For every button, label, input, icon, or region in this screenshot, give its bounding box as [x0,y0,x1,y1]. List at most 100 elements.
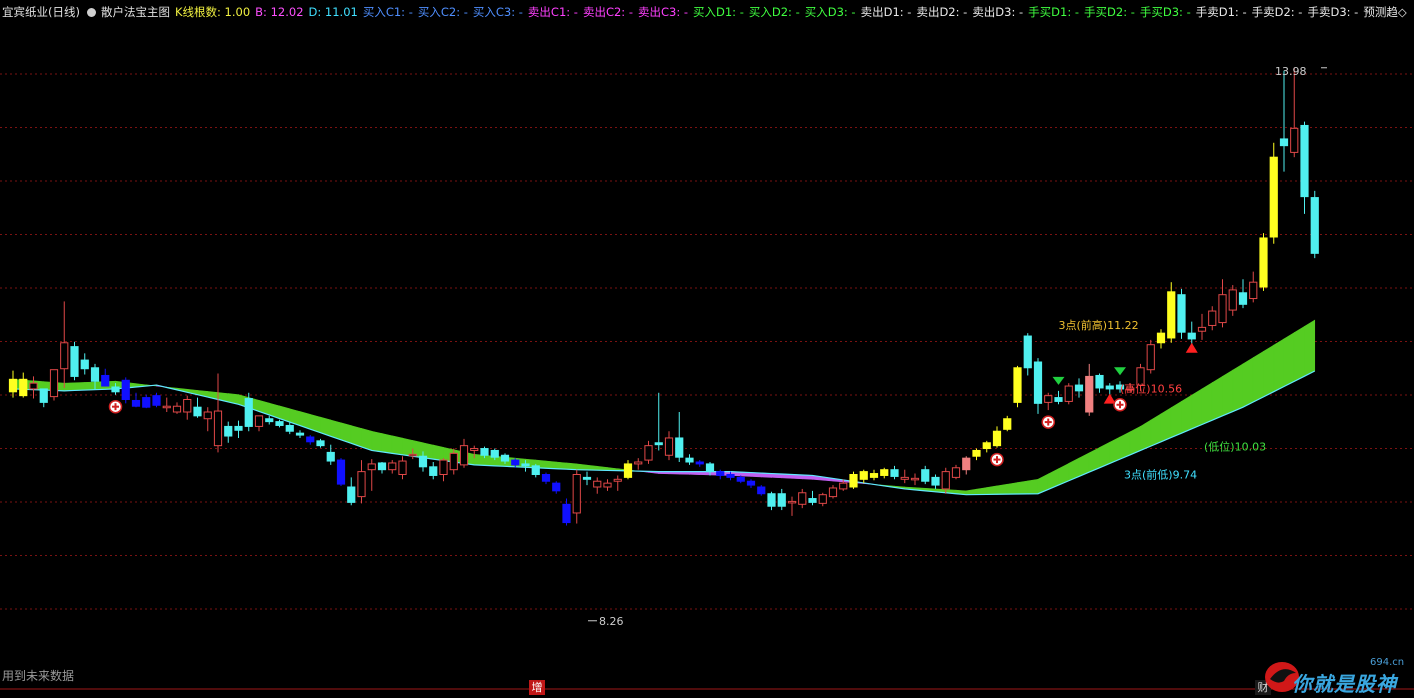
candle-body [582,476,592,480]
candle-body [295,432,305,436]
candle-body [931,476,940,486]
zeng-marker[interactable]: 增 [529,680,545,695]
watermark-site: 694.cn [1370,657,1405,668]
candle-body [1208,310,1217,326]
trend-band-segment [1242,357,1254,408]
candle-body [244,398,253,427]
candle-body [941,471,950,490]
candle-body [111,386,120,393]
candle-body [388,462,397,471]
candle-body [1177,294,1186,333]
candle-body [746,480,756,486]
candle-body [1023,335,1032,369]
candle-body [39,388,48,403]
candle-body [1044,395,1053,403]
trend-band-segment [402,437,414,457]
indicator-item: K线根数: 1.00 [174,5,251,19]
candle-body [705,463,715,473]
indicator-item: 买入D1: - [693,5,744,19]
candle-body [152,395,161,406]
candle-body [736,476,745,482]
trend-band-segment [74,382,86,391]
price-annotation: (低位)10.03 [1204,440,1266,454]
candle-body [1167,291,1176,339]
sell-arrow-icon [1114,367,1126,376]
candle-body [172,405,182,413]
candle-body [1013,367,1022,403]
trend-band-segment [1304,319,1316,377]
trend-band-segment [1273,338,1285,393]
candle-body [60,342,69,370]
candle-body [224,425,233,437]
candle-body [131,399,141,407]
trend-band-segment [1017,480,1029,495]
candle-body [890,469,899,477]
trend-band-segment [566,462,578,471]
indicator-item: D: 11.01 [308,5,358,19]
stock-title: 宜宾纸业(日线) [2,5,80,19]
candle-body [80,359,89,370]
trend-band-segment [1170,400,1182,438]
candlestick-chart[interactable]: 13.98 8.26 3点(前高)11.22 (高位)10.56 (低位)10.03 3点… [0,22,1414,690]
candle-body [1249,281,1258,300]
trend-band-segment [986,485,998,495]
indicator-item: 手买D3: - [1139,5,1191,19]
candle-body [603,482,612,488]
indicator-item: 买入D2: - [748,5,800,19]
candle-body [1064,385,1073,402]
candle-body [121,379,130,400]
candle-body [357,471,366,498]
trend-band-segment [996,483,1008,495]
candle-body [336,459,346,485]
candle-body [623,463,633,478]
trend-band-segment [371,430,383,453]
candle-body [951,467,961,478]
candle-body [695,461,704,465]
indicator-toggle-icon[interactable] [86,8,96,17]
buy-arrow-icon [1185,342,1198,353]
trend-band-segment [473,453,485,466]
candle-body [1033,361,1043,404]
price-annotation: 13.98 [1275,65,1307,78]
indicator-item: 卖出D2: - [916,5,968,19]
candle-body [675,437,684,458]
candle-body [8,378,18,393]
candle-body [1300,124,1309,198]
indicator-item: 手卖D1: - [1195,5,1247,19]
candle-body [1003,418,1012,430]
indicator-item: 手卖D2: - [1251,5,1303,19]
price-annotation: (高位)10.56 [1120,382,1182,396]
candle-body [1156,332,1166,344]
candle-body [634,461,643,465]
candle-body [183,399,192,413]
indicator-name[interactable]: 散户法宝主图 [101,0,170,22]
candle-body [654,442,663,446]
trend-band-segment [1140,419,1152,451]
candle-body [429,466,438,476]
candle-body [1228,289,1237,311]
candle-body [1146,344,1155,371]
candle-body [869,473,879,478]
candle-body [193,406,202,417]
candle-body [992,430,1002,447]
candle-body [459,445,469,466]
trend-band-segment [1150,413,1162,447]
candle-body [910,477,920,481]
indicator-values: K线根数: 1.00 B: 12.02 D: 11.01 买入C1: - 买入C2: -… [175,0,1412,22]
candle-body [1197,326,1207,332]
candle-body [449,452,458,471]
indicator-item: 买入C2: - [417,5,468,19]
candle-body [541,474,551,482]
candle-body [480,448,489,456]
trend-band-segment [1027,478,1039,495]
candle-body [839,482,848,490]
candle-body [490,449,499,458]
candle-body [798,492,807,505]
candle-body [613,478,622,482]
trend-band-segment [381,433,393,454]
candle-body [265,418,274,423]
candle-body [685,457,694,463]
candle-body [962,457,971,471]
candle-body [19,378,28,397]
candle-body [367,463,376,471]
